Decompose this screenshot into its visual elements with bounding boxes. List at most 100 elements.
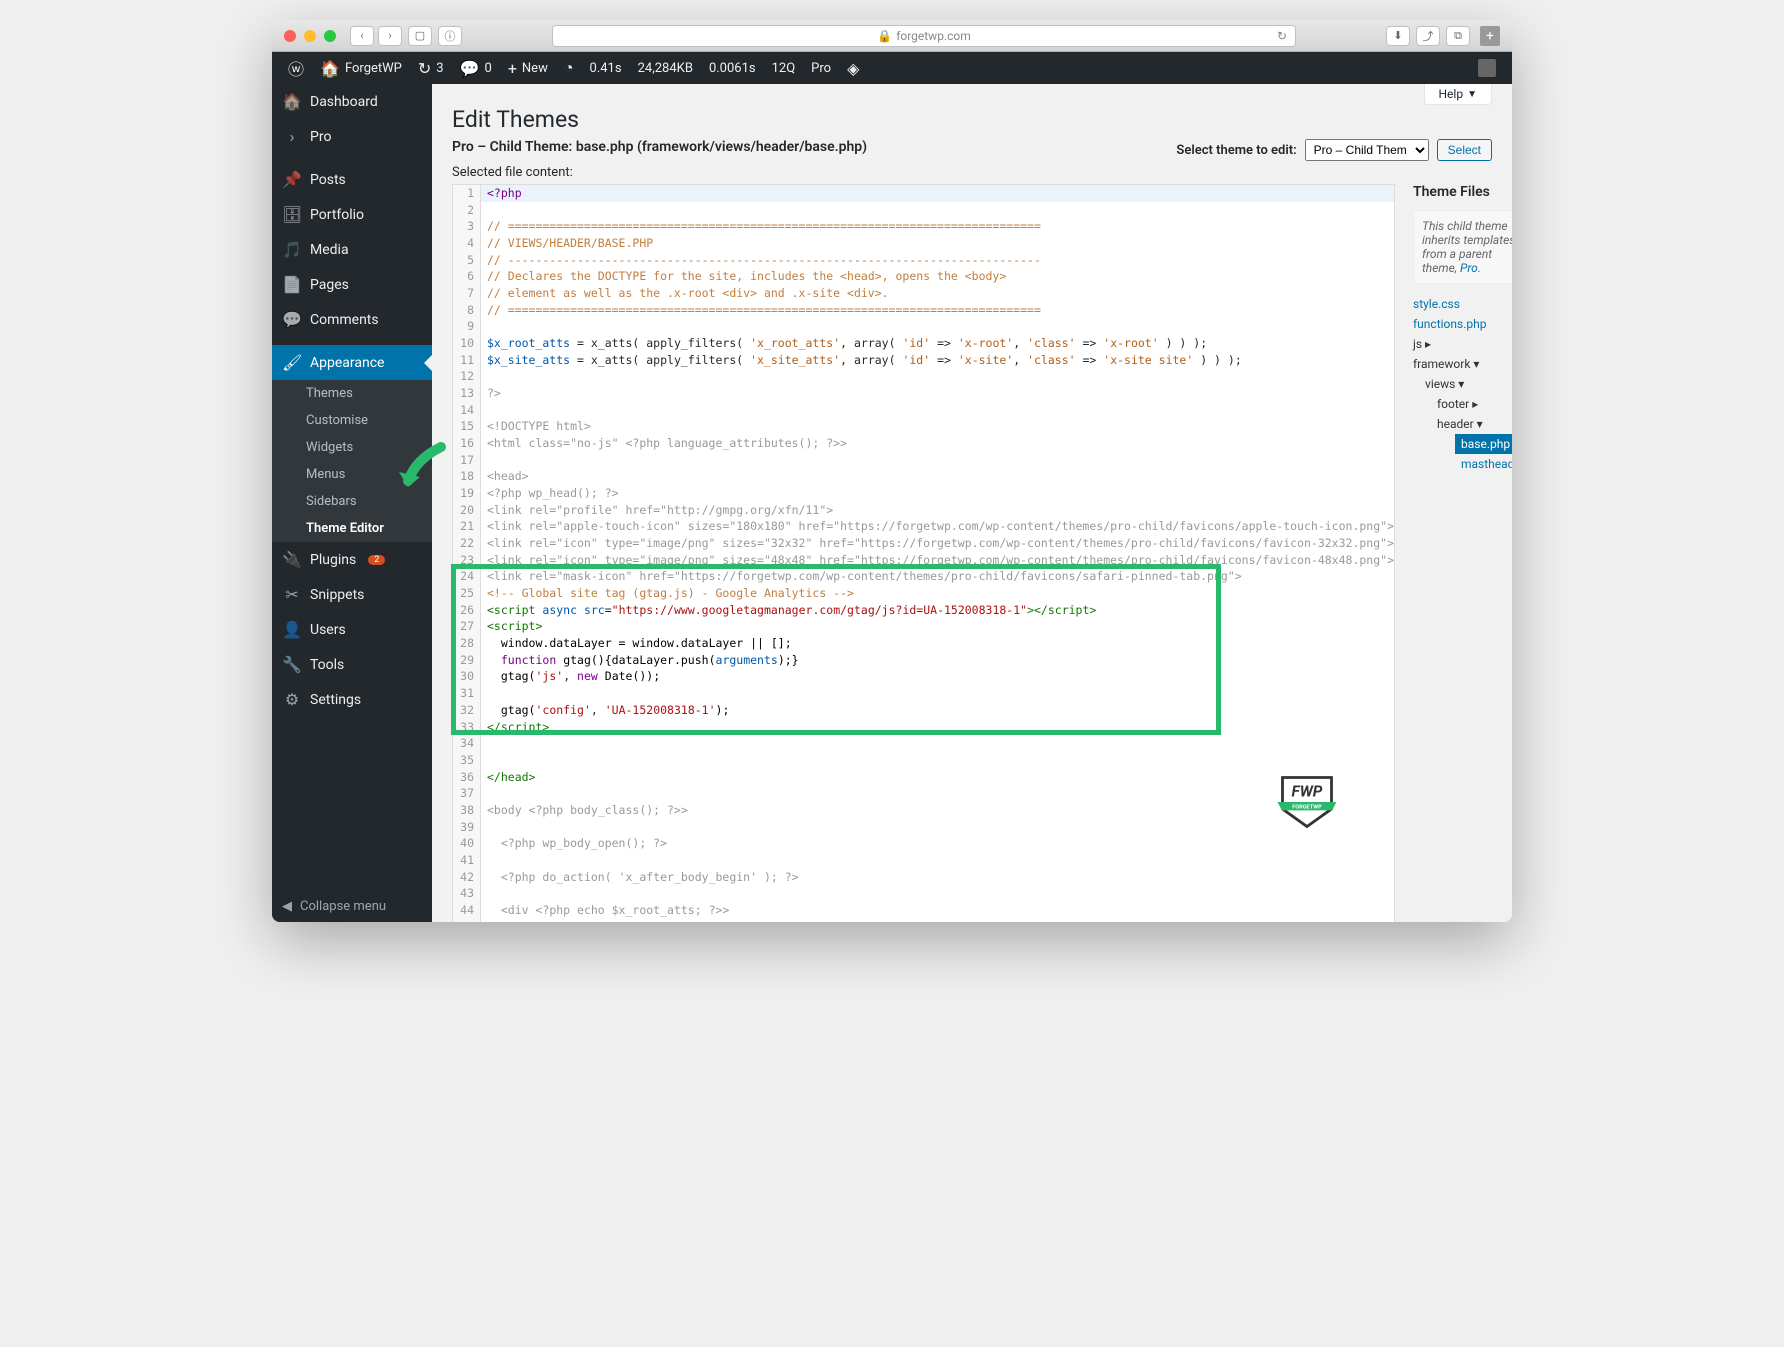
- folder-footer[interactable]: footer ▸: [1413, 394, 1512, 414]
- code-line-40[interactable]: 40 <?php wp_body_open(); ?>: [453, 835, 1394, 852]
- menu-media[interactable]: 🎵Media: [272, 232, 432, 267]
- menu-dashboard[interactable]: 🏠Dashboard: [272, 84, 432, 119]
- code-line-11[interactable]: 11$x_site_atts = x_atts( apply_filters( …: [453, 352, 1394, 369]
- share-icon[interactable]: ⤴: [1416, 26, 1440, 46]
- code-line-38[interactable]: 38<body <?php body_class(); ?>>: [453, 802, 1394, 819]
- comments-link[interactable]: 💬0: [452, 52, 500, 84]
- code-line-4[interactable]: 4// VIEWS/HEADER/BASE.PHP: [453, 235, 1394, 252]
- site-name-link[interactable]: 🏠ForgetWP: [312, 52, 410, 84]
- submenu-sidebars[interactable]: Sidebars: [272, 488, 432, 515]
- query-monitor[interactable]: ◔: [556, 52, 582, 84]
- code-line-43[interactable]: 43: [453, 885, 1394, 902]
- code-line-12[interactable]: 12: [453, 368, 1394, 385]
- collapse-menu[interactable]: ◀Collapse menu: [272, 891, 432, 922]
- folder-framework[interactable]: framework ▾: [1413, 354, 1512, 374]
- code-line-26[interactable]: 26<script async src="https://www.googlet…: [453, 602, 1394, 619]
- code-line-34[interactable]: 34: [453, 735, 1394, 752]
- code-line-29[interactable]: 29 function gtag(){dataLayer.push(argume…: [453, 652, 1394, 669]
- submenu-menus[interactable]: Menus: [272, 461, 432, 488]
- code-line-31[interactable]: 31: [453, 685, 1394, 702]
- code-line-19[interactable]: 19<?php wp_head(); ?>: [453, 485, 1394, 502]
- code-line-28[interactable]: 28 window.dataLayer = window.dataLayer |…: [453, 635, 1394, 652]
- url-bar[interactable]: 🔒 forgetwp.com ↻: [552, 25, 1296, 47]
- menu-plugins[interactable]: 🔌Plugins2: [272, 542, 432, 577]
- code-line-2[interactable]: 2: [453, 202, 1394, 219]
- new-content-link[interactable]: +New: [500, 52, 556, 84]
- code-line-17[interactable]: 17: [453, 452, 1394, 469]
- user-avatar[interactable]: [1470, 52, 1504, 84]
- code-line-10[interactable]: 10$x_root_atts = x_atts( apply_filters( …: [453, 335, 1394, 352]
- submenu-theme-editor[interactable]: Theme Editor: [272, 515, 432, 542]
- help-tab[interactable]: Help ▼: [1424, 84, 1493, 105]
- code-line-18[interactable]: 18<head>: [453, 468, 1394, 485]
- code-line-24[interactable]: 24<link rel="mask-icon" href="https://fo…: [453, 568, 1394, 585]
- file-functions-php[interactable]: functions.php: [1413, 314, 1512, 334]
- select-button[interactable]: Select: [1437, 139, 1492, 161]
- menu-settings[interactable]: ⚙Settings: [272, 682, 432, 717]
- code-line-22[interactable]: 22<link rel="icon" type="image/png" size…: [453, 535, 1394, 552]
- code-line-32[interactable]: 32 gtag('config', 'UA-152008318-1');: [453, 702, 1394, 719]
- code-line-3[interactable]: 3// ====================================…: [453, 218, 1394, 235]
- tabs-button[interactable]: +: [1480, 26, 1500, 46]
- back-button[interactable]: ‹: [350, 26, 374, 46]
- folder-views[interactable]: views ▾: [1413, 374, 1512, 394]
- parent-theme-link[interactable]: Pro: [1460, 261, 1478, 275]
- code-line-23[interactable]: 23<link rel="icon" type="image/png" size…: [453, 552, 1394, 569]
- code-line-27[interactable]: 27<script>: [453, 618, 1394, 635]
- code-line-33[interactable]: 33</script>: [453, 719, 1394, 736]
- reload-icon[interactable]: ↻: [1277, 29, 1287, 43]
- code-line-42[interactable]: 42 <?php do_action( 'x_after_body_begin'…: [453, 869, 1394, 886]
- perf-icon[interactable]: ◈: [839, 52, 867, 84]
- code-line-30[interactable]: 30 gtag('js', new Date());: [453, 668, 1394, 685]
- code-line-39[interactable]: 39: [453, 819, 1394, 836]
- code-line-5[interactable]: 5// ------------------------------------…: [453, 252, 1394, 269]
- code-line-37[interactable]: 37: [453, 785, 1394, 802]
- menu-appearance[interactable]: 🖌Appearance: [272, 345, 432, 380]
- code-line-14[interactable]: 14: [453, 402, 1394, 419]
- perf-pro[interactable]: Pro: [803, 52, 839, 84]
- code-line-21[interactable]: 21<link rel="apple-touch-icon" sizes="18…: [453, 518, 1394, 535]
- file-base-php[interactable]: base.php: [1455, 434, 1512, 454]
- sidebar-toggle[interactable]: ▢: [408, 26, 432, 46]
- file-masthead-php[interactable]: masthead.php: [1413, 454, 1512, 474]
- submenu-themes[interactable]: Themes: [272, 380, 432, 407]
- menu-tools[interactable]: 🔧Tools: [272, 647, 432, 682]
- code-line-15[interactable]: 15<!DOCTYPE html>: [453, 418, 1394, 435]
- code-line-25[interactable]: 25<!-- Global site tag (gtag.js) - Googl…: [453, 585, 1394, 602]
- perf-time[interactable]: 0.41s: [582, 52, 630, 84]
- menu-pro[interactable]: ›Pro: [272, 119, 432, 154]
- minimize-window[interactable]: [304, 30, 316, 42]
- folder-header[interactable]: header ▾: [1413, 414, 1512, 434]
- perf-memory[interactable]: 24,284KB: [630, 52, 701, 84]
- code-line-45[interactable]: 45: [453, 919, 1394, 922]
- menu-comments[interactable]: 💬Comments: [272, 302, 432, 337]
- theme-select[interactable]: Pro – Child Them: [1305, 139, 1429, 161]
- submenu-widgets[interactable]: Widgets: [272, 434, 432, 461]
- code-line-16[interactable]: 16<html class="no-js" <?php language_att…: [453, 435, 1394, 452]
- file-style-css[interactable]: style.css: [1413, 294, 1512, 314]
- code-line-41[interactable]: 41: [453, 852, 1394, 869]
- forward-button[interactable]: ›: [378, 26, 402, 46]
- code-line-6[interactable]: 6// Declares the DOCTYPE for the site, i…: [453, 268, 1394, 285]
- code-line-36[interactable]: 36</head>: [453, 769, 1394, 786]
- menu-pages[interactable]: 📄Pages: [272, 267, 432, 302]
- code-line-1[interactable]: 1<?php: [453, 185, 1394, 202]
- code-line-7[interactable]: 7// element as well as the .x-root <div>…: [453, 285, 1394, 302]
- menu-portfolio[interactable]: 🗄Portfolio: [272, 197, 432, 232]
- code-line-44[interactable]: 44 <div <?php echo $x_root_atts; ?>>: [453, 902, 1394, 919]
- code-editor[interactable]: 1<?php2 3// ============================…: [452, 184, 1395, 922]
- menu-snippets[interactable]: ✂Snippets: [272, 577, 432, 612]
- info-icon[interactable]: ⓘ: [438, 26, 462, 46]
- menu-posts[interactable]: 📌Posts: [272, 162, 432, 197]
- close-window[interactable]: [284, 30, 296, 42]
- code-line-9[interactable]: 9: [453, 318, 1394, 335]
- folder-js[interactable]: js ▸: [1413, 334, 1512, 354]
- perf-queries[interactable]: 12Q: [764, 52, 804, 84]
- updates-link[interactable]: ↻3: [410, 52, 452, 84]
- new-tab-icon[interactable]: ⧉: [1446, 26, 1470, 46]
- code-line-8[interactable]: 8// ====================================…: [453, 302, 1394, 319]
- submenu-customise[interactable]: Customise: [272, 407, 432, 434]
- perf-db[interactable]: 0.0061s: [701, 52, 764, 84]
- code-line-13[interactable]: 13?>: [453, 385, 1394, 402]
- download-icon[interactable]: ⬇: [1386, 26, 1410, 46]
